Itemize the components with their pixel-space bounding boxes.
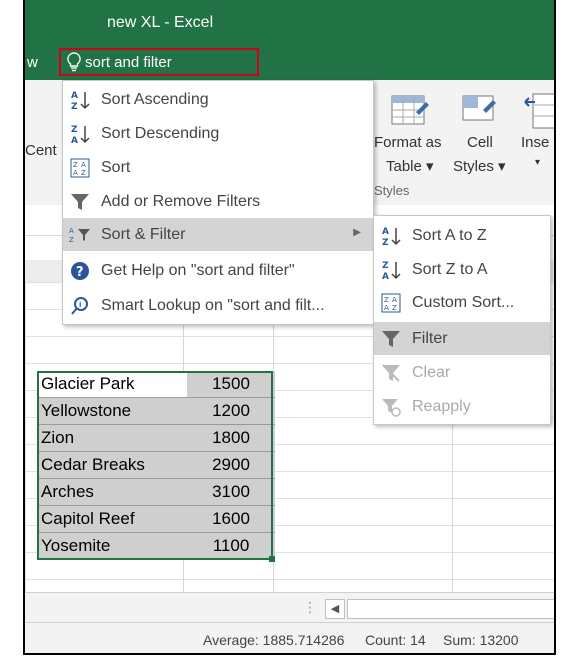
custom-sort-icon: ZAAZ [380,292,402,314]
submenu-item-label: Sort Z to A [412,260,488,278]
format-as-table-button[interactable]: Format as Table ▾ [372,86,452,186]
svg-text:Z: Z [384,296,389,304]
menu-item-label: Sort Descending [101,124,220,142]
submenu-item-label: Reapply [412,397,471,415]
submenu-item-clear: Clear [374,356,550,389]
sort-z-to-a-icon: ZA [380,259,402,281]
cell-styles-button[interactable]: Cell Styles ▾ [451,86,511,186]
svg-text:Z: Z [71,102,78,111]
menu-item-label: Sort [101,158,131,176]
status-sum: Sum: 13200 [443,632,519,648]
insert-label: Inse [521,134,550,151]
horizontal-scrollbar-area: ⋮ ◀ [25,592,554,623]
menu-item-add-remove-filters[interactable]: Add or Remove Filters [63,185,373,218]
help-icon: ? [69,260,91,282]
scroll-left-icon[interactable]: ◀ [325,599,345,619]
menu-item-label: Smart Lookup on "sort and filt... [101,296,325,314]
menu-item-get-help[interactable]: ? Get Help on "sort and filter" [63,254,373,287]
horizontal-scrollbar[interactable] [347,599,554,619]
svg-text:A: A [384,304,389,312]
svg-text:Z: Z [392,304,397,312]
menu-item-label: Sort Ascending [101,90,209,108]
title-bar: new XL - Excel w sort and filter [25,0,554,80]
insert-cells-icon [523,90,554,135]
svg-text:A: A [71,91,78,101]
menu-item-label: Add or Remove Filters [101,192,261,210]
tell-me-results-menu: AZ Sort Ascending ZA Sort Descending ZAA… [62,80,374,325]
svg-text:Z: Z [382,238,389,247]
submenu-item-reapply: Reapply [374,390,550,423]
insert-button[interactable]: Inse ▾ [519,86,554,186]
sheet-tab-splitter-icon[interactable]: ⋮ [303,599,317,616]
sort-filter-submenu: AZ Sort A to Z ZA Sort Z to A ZAAZ Custo… [373,215,551,425]
submenu-item-label: Custom Sort... [412,293,515,311]
tell-me-box[interactable]: sort and filter [59,48,259,76]
svg-text:Z: Z [69,236,74,244]
sort-descending-icon: ZA [69,123,91,145]
tell-me-query: sort and filter [85,53,172,71]
ribbon-merge-center-fragment[interactable]: Cent [25,142,57,159]
lightbulb-icon [67,52,81,72]
svg-text:A: A [392,296,397,304]
svg-text:Z: Z [382,261,389,271]
status-count: Count: 14 [365,632,426,648]
window-title: new XL - Excel [107,14,214,31]
excel-window: new XL - Excel w sort and filter Cent Fo… [23,0,556,655]
svg-text:A: A [81,161,86,169]
svg-text:Z: Z [73,161,78,169]
submenu-item-label: Filter [412,329,448,347]
submenu-item-filter[interactable]: Filter [374,322,550,355]
menu-item-smart-lookup[interactable]: i Smart Lookup on "sort and filt... [63,289,373,322]
svg-text:A: A [73,169,78,177]
format-as-table-icon [390,90,430,135]
sort-a-to-z-icon: AZ [380,225,402,247]
clear-filter-icon [380,362,402,384]
menu-item-sort-ascending[interactable]: AZ Sort Ascending [63,83,373,116]
cell-styles-icon [459,90,499,135]
ribbon-tab-fragment[interactable]: w [27,54,38,71]
menu-item-sort-and-filter[interactable]: AZ Sort & Filter ▶ [63,218,373,251]
svg-text:Z: Z [71,125,78,135]
cell-styles-label-line1: Cell [467,134,493,151]
format-as-table-label-line1: Format as [374,134,442,151]
menu-item-label: Get Help on "sort and filter" [101,261,295,279]
submenu-arrow-icon: ▶ [353,227,361,238]
sort-icon: ZAAZ [69,157,91,179]
format-as-table-label-line2: Table ▾ [386,158,434,175]
status-average: Average: 1885.714286 [203,632,345,648]
selection-border [37,371,273,560]
svg-text:i: i [79,301,81,309]
sort-ascending-icon: AZ [69,89,91,111]
svg-text:A: A [69,227,74,235]
svg-text:A: A [382,227,389,237]
fill-handle[interactable] [269,556,275,562]
svg-text:A: A [71,136,78,145]
reapply-icon [380,396,402,418]
submenu-item-custom-sort[interactable]: ZAAZ Custom Sort... [374,286,550,319]
submenu-item-label: Clear [412,363,451,381]
submenu-item-sort-z-to-a[interactable]: ZA Sort Z to A [374,253,550,286]
svg-text:Z: Z [81,169,86,177]
svg-text:A: A [382,272,389,281]
submenu-item-sort-a-to-z[interactable]: AZ Sort A to Z [374,219,550,252]
filter-icon [69,191,91,213]
menu-item-sort-descending[interactable]: ZA Sort Descending [63,117,373,150]
filter-icon [380,328,402,350]
insert-dropdown-chevron-icon: ▾ [535,157,541,168]
status-bar: Average: 1885.714286 Count: 14 Sum: 1320… [25,622,554,653]
smart-lookup-icon: i [69,295,91,317]
styles-group-label: Styles [374,183,410,198]
menu-item-sort[interactable]: ZAAZ Sort [63,151,373,184]
cell-styles-label-line2: Styles ▾ [453,158,506,175]
submenu-item-label: Sort A to Z [412,226,487,244]
menu-item-label: Sort & Filter [101,225,186,243]
sort-filter-icon: AZ [69,224,91,246]
svg-text:?: ? [76,265,84,280]
